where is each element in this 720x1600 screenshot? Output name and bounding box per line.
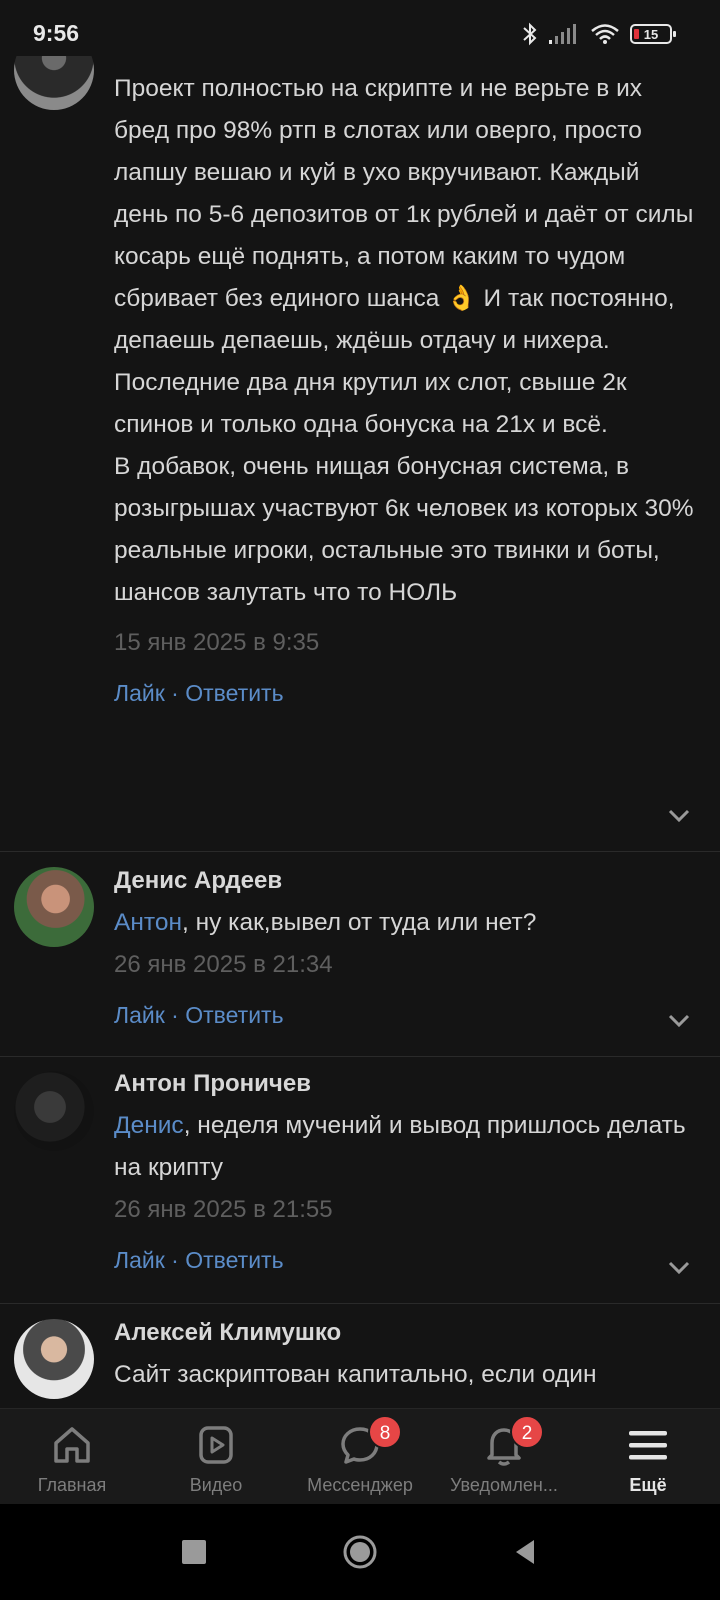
mention-link[interactable]: Денис: [114, 1112, 184, 1139]
comment-text: Денис, неделя мучений и вывод пришлось д…: [114, 1105, 700, 1189]
comment-date: 26 янв 2025 в 21:34: [114, 951, 333, 978]
tab-label: Мессенджер: [307, 1475, 413, 1495]
chevron-down-icon[interactable]: [666, 1007, 692, 1033]
reply-button[interactable]: Ответить: [185, 680, 283, 706]
home-icon: [54, 1427, 90, 1463]
comment-text-body: , неделя мучений и вывод пришлось делать…: [114, 1112, 693, 1181]
reply-button[interactable]: Ответить: [185, 1247, 283, 1273]
comment-text: Сайт заскриптован капитально, если один: [114, 1361, 597, 1388]
tab-label: Ещё: [629, 1475, 667, 1495]
tab-home[interactable]: Главная: [0, 1409, 144, 1505]
recents-icon[interactable]: [174, 1532, 214, 1572]
unread-badge: 2: [510, 1415, 544, 1449]
comment: Денис Ардеев Антон, ну как,вывел от туда…: [0, 852, 720, 1057]
action-separator: ·: [164, 680, 186, 706]
battery-icon: 15: [630, 24, 676, 44]
comment-text-body: , ну как,вывел от туда или нет?: [181, 909, 537, 936]
like-button[interactable]: Лайк: [114, 680, 165, 706]
comment-date: 26 янв 2025 в 21:55: [114, 1196, 333, 1223]
reply-button[interactable]: Ответить: [185, 1002, 283, 1028]
comment-date: 15 янв 2025 в 9:35: [114, 629, 320, 656]
like-button[interactable]: Лайк: [114, 1247, 165, 1273]
status-time: 9:56: [33, 20, 80, 46]
comment-text: Антон, ну как,вывел от туда или нет?: [114, 902, 700, 944]
action-separator: ·: [164, 1247, 186, 1273]
chevron-down-icon[interactable]: [666, 1254, 692, 1280]
tab-label: Видео: [189, 1475, 243, 1495]
wifi-icon: [591, 24, 619, 44]
comment: Алексей Климушко Сайт заскриптован капит…: [0, 1304, 720, 1408]
avatar[interactable]: [14, 56, 94, 110]
system-navigation-bar: [0, 1504, 720, 1600]
back-icon[interactable]: [506, 1532, 546, 1572]
comment-text: Проект полностью на скрипте и не верьте …: [114, 75, 694, 606]
like-button[interactable]: Лайк: [114, 1002, 165, 1028]
tab-messenger[interactable]: 8 Мессенджер: [288, 1409, 432, 1505]
tab-notifications[interactable]: 2 Уведомлен...: [432, 1409, 576, 1505]
comment-author[interactable]: Денис Ардеев: [114, 866, 700, 896]
menu-icon: [629, 1431, 667, 1460]
comment-author[interactable]: Антон Проничев: [114, 1069, 700, 1099]
chevron-down-icon[interactable]: [666, 802, 692, 828]
avatar[interactable]: [14, 867, 94, 947]
comment-author[interactable]: Алексей Климушко: [114, 1318, 700, 1348]
bluetooth-icon: [523, 22, 537, 46]
bottom-tab-bar: Главная Видео 8 Мессенджер 2 Уведомлен..…: [0, 1408, 720, 1505]
signal-icon: [549, 24, 576, 44]
status-icons: 15: [522, 20, 676, 48]
avatar[interactable]: [14, 1071, 94, 1151]
tab-label: Уведомлен...: [450, 1475, 558, 1495]
comment: Проект полностью на скрипте и не верьте …: [0, 56, 720, 852]
action-separator: ·: [164, 1002, 186, 1028]
tab-more[interactable]: Ещё: [576, 1409, 720, 1505]
comments-feed[interactable]: Проект полностью на скрипте и не верьте …: [0, 56, 720, 1408]
tab-label: Главная: [37, 1475, 107, 1495]
home-button-icon[interactable]: [340, 1532, 380, 1572]
battery-level: 15: [643, 26, 659, 42]
mention-link[interactable]: Антон: [114, 909, 182, 936]
status-bar: 9:56 15: [0, 0, 720, 56]
comment: Антон Проничев Денис, неделя мучений и в…: [0, 1057, 720, 1304]
video-icon: [199, 1426, 233, 1464]
unread-badge: 8: [368, 1415, 402, 1449]
avatar[interactable]: [14, 1319, 94, 1399]
tab-video[interactable]: Видео: [144, 1409, 288, 1505]
